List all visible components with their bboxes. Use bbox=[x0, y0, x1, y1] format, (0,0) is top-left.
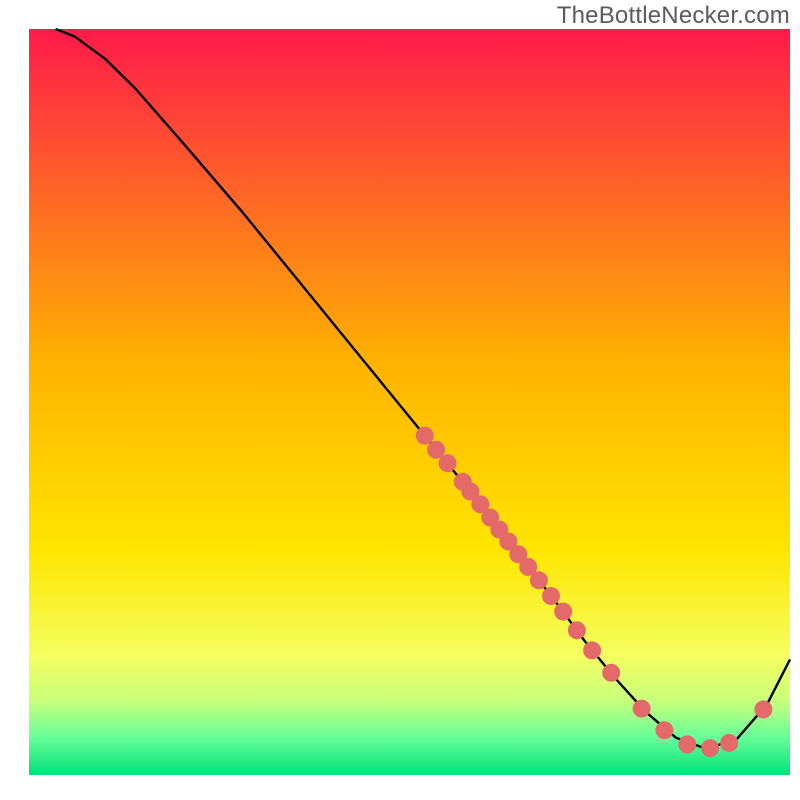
curve-point bbox=[720, 734, 738, 752]
curve-point bbox=[602, 664, 620, 682]
curve-point bbox=[678, 735, 696, 753]
curve-point bbox=[633, 700, 651, 718]
curve-point bbox=[530, 571, 548, 589]
chart-canvas bbox=[0, 0, 800, 800]
watermark-text: TheBottleNecker.com bbox=[557, 2, 790, 30]
curve-point bbox=[754, 700, 772, 718]
curve-point bbox=[542, 587, 560, 605]
curve-point bbox=[554, 603, 572, 621]
curve-point bbox=[568, 621, 586, 639]
plot-background bbox=[29, 29, 790, 775]
curve-point bbox=[583, 641, 601, 659]
bottleneck-chart: TheBottleNecker.com bbox=[0, 0, 800, 800]
curve-point bbox=[416, 427, 434, 445]
curve-point bbox=[701, 739, 719, 757]
curve-point bbox=[439, 454, 457, 472]
curve-point bbox=[655, 721, 673, 739]
